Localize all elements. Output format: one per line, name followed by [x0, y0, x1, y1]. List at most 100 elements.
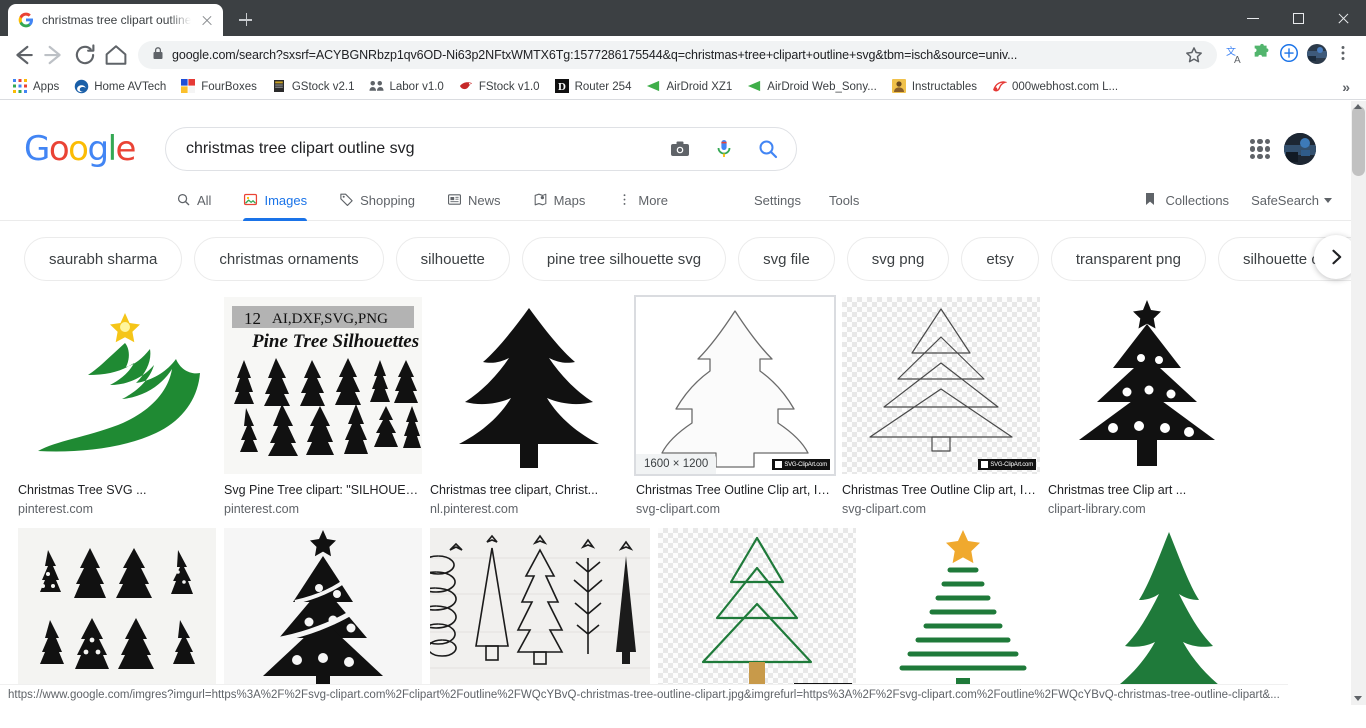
bookmark-fstock[interactable]: FStock v1.0 [452, 76, 547, 97]
camera-search-icon[interactable] [660, 129, 700, 169]
microphone-icon[interactable] [704, 129, 744, 169]
scrollbar-thumb[interactable] [1352, 106, 1365, 176]
tab-label: News [468, 193, 501, 208]
browser-ext-icon[interactable] [1278, 42, 1304, 68]
three-dot-menu-icon[interactable] [1332, 42, 1358, 68]
forward-arrow-icon[interactable] [39, 40, 69, 70]
image-result[interactable]: Christmas tree Clip art ... clipart-libr… [1048, 297, 1246, 516]
chip-etsy[interactable]: etsy [961, 237, 1039, 281]
tab-images[interactable]: Images [227, 181, 323, 221]
image-result[interactable]: SVG-ClipArt.com Christmas Tree Outline C… [842, 297, 1040, 516]
image-result[interactable] [1070, 528, 1268, 698]
logo-letter: o [68, 129, 87, 169]
image-thumbnail[interactable] [864, 528, 1062, 698]
scroll-down-arrow[interactable] [1354, 696, 1362, 701]
bookmark-router[interactable]: D Router 254 [548, 76, 639, 97]
bookmark-airdroid-web[interactable]: AirDroid Web_Sony... [740, 76, 884, 97]
profile-avatar-icon[interactable] [1305, 42, 1331, 68]
result-title[interactable]: Christmas Tree Outline Clip art, Icon ..… [842, 483, 1040, 497]
reload-icon[interactable] [70, 40, 100, 70]
search-box[interactable]: christmas tree clipart outline svg [165, 127, 797, 171]
result-title[interactable]: Christmas tree Clip art ... [1048, 483, 1246, 497]
image-result[interactable] [430, 528, 650, 698]
back-arrow-icon[interactable] [8, 40, 38, 70]
tab-all[interactable]: All [160, 181, 227, 221]
image-result[interactable] [864, 528, 1062, 698]
image-result[interactable]: Christmas tree clipart, Christ... nl.pin… [430, 297, 628, 516]
image-thumbnail[interactable] [18, 297, 216, 474]
image-thumbnail[interactable] [1048, 297, 1246, 474]
image-result[interactable] [224, 528, 422, 698]
bookmarks-overflow-button[interactable]: » [1332, 79, 1360, 95]
bookmark-instructables[interactable]: Instructables [885, 76, 984, 97]
image-thumbnail[interactable] [430, 528, 650, 698]
bookmark-home-avtech[interactable]: Home AVTech [67, 76, 173, 97]
image-thumbnail[interactable]: 12 AI,DXF,SVG,PNG Pine Tree Silhouettes [224, 297, 422, 474]
image-size-badge: 1600 × 1200 [636, 454, 716, 474]
tab-shopping[interactable]: Shopping [323, 181, 431, 221]
page-scrollbar[interactable] [1351, 101, 1366, 705]
chip-svg-file[interactable]: svg file [738, 237, 835, 281]
chip-christmas-ornaments[interactable]: christmas ornaments [194, 237, 383, 281]
bookmark-gstock[interactable]: GStock v2.1 [265, 76, 362, 97]
tab-news[interactable]: News [431, 181, 517, 221]
tab-more[interactable]: More [601, 181, 684, 221]
search-icon[interactable] [748, 129, 788, 169]
image-thumbnail[interactable]: SVG-ClipArt.com [842, 297, 1040, 474]
tools-button[interactable]: Tools [815, 193, 873, 208]
image-thumbnail[interactable]: SVG-ClipArt.com [658, 528, 856, 698]
bookmark-000webhost[interactable]: 000webhost.com L... [985, 76, 1125, 97]
search-input[interactable]: christmas tree clipart outline svg [186, 140, 656, 158]
image-results-row-1: Christmas Tree SVG ... pinterest.com 12 … [0, 297, 1366, 516]
result-title[interactable]: Svg Pine Tree clipart: "SILHOUETTES... [224, 483, 422, 497]
address-bar[interactable]: google.com/search?sxsrf=ACYBGNRbzp1qv6OD… [138, 41, 1217, 69]
maximize-icon[interactable] [1276, 2, 1321, 34]
bookmark-labor[interactable]: Labor v1.0 [362, 76, 450, 97]
browser-tab[interactable]: christmas tree clipart outline svg [8, 4, 223, 36]
four-boxes-icon [181, 79, 196, 94]
home-icon[interactable] [101, 40, 131, 70]
minimize-icon[interactable] [1231, 2, 1276, 34]
chip-svg-png[interactable]: svg png [847, 237, 950, 281]
translate-icon[interactable]: 文A [1224, 42, 1250, 68]
new-tab-button[interactable] [231, 6, 259, 34]
bookmark-airdroid-xz1[interactable]: AirDroid XZ1 [639, 76, 739, 97]
image-thumbnail[interactable]: 1600 × 1200 SVG-ClipArt.com [636, 297, 834, 474]
scroll-up-arrow[interactable] [1354, 104, 1362, 109]
image-result[interactable]: 12 AI,DXF,SVG,PNG Pine Tree Silhouettes [224, 297, 422, 516]
chip-transparent-png[interactable]: transparent png [1051, 237, 1206, 281]
image-thumbnail[interactable] [1070, 528, 1268, 698]
image-result[interactable] [18, 528, 216, 698]
extension-puzzle-icon[interactable] [1251, 42, 1277, 68]
chip-pine-tree-silhouette-svg[interactable]: pine tree silhouette svg [522, 237, 726, 281]
google-apps-grid-icon[interactable] [1248, 137, 1272, 161]
bookmark-fourboxes[interactable]: FourBoxes [174, 76, 264, 97]
image-thumbnail[interactable] [224, 528, 422, 698]
tab-maps[interactable]: Maps [517, 181, 602, 221]
chip-saurabh-sharma[interactable]: saurabh sharma [24, 237, 182, 281]
close-icon[interactable] [199, 12, 215, 28]
image-thumbnail[interactable] [18, 528, 216, 698]
svg-text:Pine Tree Silhouettes: Pine Tree Silhouettes [251, 331, 419, 352]
result-title[interactable]: Christmas Tree SVG ... [18, 483, 216, 497]
chip-silhouette[interactable]: silhouette [396, 237, 510, 281]
image-result[interactable]: SVG-ClipArt.com [658, 528, 856, 698]
bookmark-star-icon[interactable] [1181, 42, 1207, 68]
result-title[interactable]: Christmas tree clipart, Christ... [430, 483, 628, 497]
result-source: clipart-library.com [1048, 502, 1246, 516]
close-window-icon[interactable] [1321, 2, 1366, 34]
bookmark-icon [1142, 191, 1158, 210]
bookmark-apps[interactable]: Apps [6, 76, 66, 97]
google-logo[interactable]: Google [24, 129, 135, 169]
result-title[interactable]: Christmas Tree Outline Clip art, Icon ..… [636, 483, 834, 497]
account-avatar[interactable] [1284, 133, 1316, 165]
search-nav-tabs: All Images Shopping News Maps [0, 181, 1366, 221]
collections-button[interactable]: Collections [1134, 191, 1237, 210]
image-result[interactable]: Christmas Tree SVG ... pinterest.com [18, 297, 216, 516]
image-thumbnail[interactable] [430, 297, 628, 474]
bookmark-label: AirDroid XZ1 [666, 81, 732, 93]
settings-button[interactable]: Settings [740, 193, 815, 208]
image-result-selected[interactable]: 1600 × 1200 SVG-ClipArt.com Christmas Tr… [636, 297, 834, 516]
safesearch-button[interactable]: SafeSearch [1241, 193, 1342, 208]
browser-window: christmas tree clipart outline svg [0, 0, 1366, 728]
